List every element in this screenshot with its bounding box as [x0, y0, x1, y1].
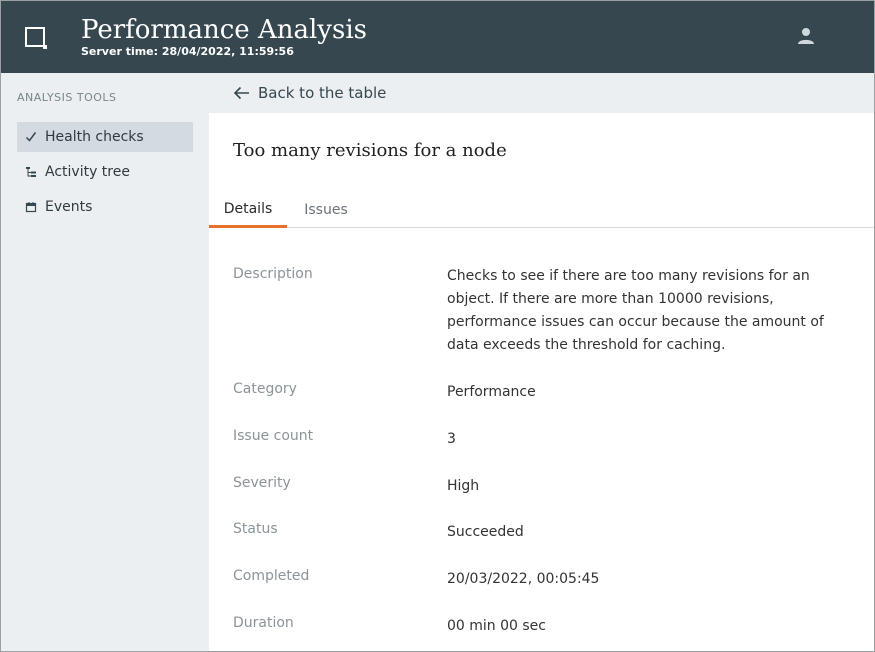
back-link-label: Back to the table — [258, 84, 387, 102]
tab-details[interactable]: Details — [209, 193, 287, 228]
detail-value: High — [447, 478, 480, 494]
detail-value: Succeeded — [447, 524, 524, 540]
back-bar: Back to the table — [209, 73, 874, 113]
page-title: Too many revisions for a node — [233, 140, 507, 161]
app-window: Performance Analysis Server time: 28/04/… — [0, 0, 875, 652]
server-time: Server time: 28/04/2022, 11:59:56 — [81, 45, 294, 58]
sidebar-item-health-checks[interactable]: Health checks — [17, 122, 193, 152]
sidebar-heading: ANALYSIS TOOLS — [17, 91, 117, 104]
detail-label: Completed — [233, 568, 310, 584]
detail-label: Status — [233, 521, 278, 537]
back-to-table-link[interactable]: Back to the table — [233, 82, 386, 104]
sidebar: ANALYSIS TOOLS Health checks Activity tr… — [1, 73, 209, 651]
tab-bar: Details Issues — [209, 193, 874, 228]
sidebar-item-events[interactable]: Events — [17, 192, 193, 222]
detail-label: Issue count — [233, 428, 314, 444]
sidebar-item-label: Events — [45, 199, 93, 215]
app-logo-icon — [25, 27, 47, 49]
detail-value: 00 min 00 sec — [447, 618, 546, 634]
detail-label: Duration — [233, 615, 294, 631]
check-icon — [25, 130, 37, 144]
detail-label: Severity — [233, 475, 291, 491]
sidebar-item-label: Activity tree — [45, 164, 130, 180]
tree-icon — [25, 165, 37, 179]
detail-value: 20/03/2022, 00:05:45 — [447, 571, 600, 587]
detail-value: Performance — [447, 384, 536, 400]
main-content: Back to the table Too many revisions for… — [209, 73, 874, 651]
app-header: Performance Analysis Server time: 28/04/… — [1, 1, 874, 73]
tab-issues[interactable]: Issues — [291, 193, 361, 227]
detail-label: Description — [233, 266, 313, 282]
detail-value: 3 — [447, 431, 456, 447]
app-title: Performance Analysis — [81, 15, 367, 45]
detail-value: Checks to see if there are too many revi… — [447, 268, 824, 353]
user-icon[interactable] — [797, 27, 815, 45]
detail-label: Category — [233, 381, 297, 397]
sidebar-item-label: Health checks — [45, 129, 144, 145]
arrow-left-icon — [233, 86, 249, 100]
calendar-icon — [25, 200, 37, 214]
sidebar-item-activity-tree[interactable]: Activity tree — [17, 157, 193, 187]
